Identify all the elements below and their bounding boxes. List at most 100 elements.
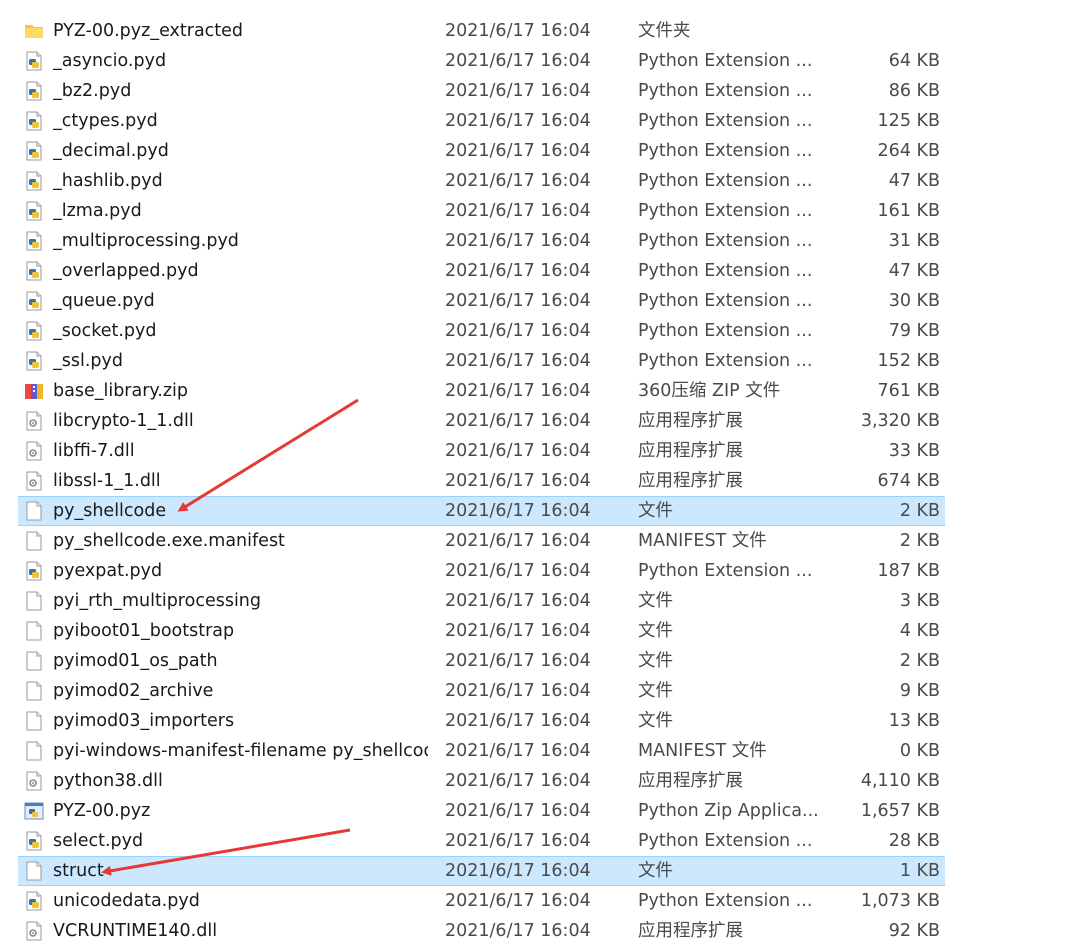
dll-file-icon (24, 471, 44, 491)
file-row-libssl-1-1-dll[interactable]: libssl-1_1.dll 2021/6/17 16:04 应用程序扩展 674 K… (0, 466, 1080, 496)
dll-file-icon (24, 441, 44, 461)
file-date-modified: 2021/6/17 16:04 (445, 771, 591, 791)
file-size: 152 KB (877, 351, 940, 371)
file-type: 文件夹 (638, 21, 691, 41)
file-type: Python Extension ... (638, 291, 813, 311)
file-row-pyimod01-os-path[interactable]: pyimod01_os_path 2021/6/17 16:04 文件 2 KB (0, 646, 1080, 676)
file-size: 2 KB (899, 651, 940, 671)
blank-file-icon (24, 531, 44, 551)
file-size: 9 KB (899, 681, 940, 701)
file-name: _overlapped.pyd (53, 261, 199, 281)
file-name: py_shellcode (53, 501, 167, 521)
file-row-ssl-pyd[interactable]: _ssl.pyd 2021/6/17 16:04 Python Extension … (0, 346, 1080, 376)
file-row-struct[interactable]: struct 2021/6/17 16:04 文件 1 KB (0, 856, 1080, 886)
file-name: pyi-windows-manifest-filename py_shellco… (53, 741, 428, 761)
file-row-queue-pyd[interactable]: _queue.pyd 2021/6/17 16:04 Python Extensio… (0, 286, 1080, 316)
python-file-icon (24, 51, 44, 71)
file-row-pyi-rth-multiprocessing[interactable]: pyi_rth_multiprocessing 2021/6/17 16:04 文件… (0, 586, 1080, 616)
file-row-decimal-pyd[interactable]: _decimal.pyd 2021/6/17 16:04 Python Extens… (0, 136, 1080, 166)
python-file-icon (24, 231, 44, 251)
file-row-ctypes-pyd[interactable]: _ctypes.pyd 2021/6/17 16:04 Python Extensi… (0, 106, 1080, 136)
file-row-asyncio-pyd[interactable]: _asyncio.pyd 2021/6/17 16:04 Python Extens… (0, 46, 1080, 76)
file-row-py-shellcode[interactable]: py_shellcode 2021/6/17 16:04 文件 2 KB (0, 496, 1080, 526)
blank-file-icon (24, 621, 44, 641)
file-name: unicodedata.pyd (53, 891, 200, 911)
file-list: PYZ-00.pyz_extracted 2021/6/17 16:04 文件夹 _a… (0, 16, 1080, 946)
file-row-libcrypto-1-1-dll[interactable]: libcrypto-1_1.dll 2021/6/17 16:04 应用程序扩展 3,… (0, 406, 1080, 436)
file-row-base-library-zip[interactable]: base_library.zip 2021/6/17 16:04 360压缩 ZIP… (0, 376, 1080, 406)
file-row-python38-dll[interactable]: python38.dll 2021/6/17 16:04 应用程序扩展 4,110 K… (0, 766, 1080, 796)
file-row-pyz-00-pyz[interactable]: PYZ-00.pyz 2021/6/17 16:04 Python Zip Appl… (0, 796, 1080, 826)
file-row-pyz-00-pyz-extracted[interactable]: PYZ-00.pyz_extracted 2021/6/17 16:04 文件夹 (0, 16, 1080, 46)
file-date-modified: 2021/6/17 16:04 (445, 621, 591, 641)
file-type: 文件 (638, 861, 673, 881)
file-row-pyimod03-importers[interactable]: pyimod03_importers 2021/6/17 16:04 文件 13 KB (0, 706, 1080, 736)
file-type: Python Extension ... (638, 321, 813, 341)
file-size: 3,320 KB (860, 411, 940, 431)
file-date-modified: 2021/6/17 16:04 (445, 711, 591, 731)
file-row-vcruntime140-dll[interactable]: VCRUNTIME140.dll 2021/6/17 16:04 应用程序扩展 92 … (0, 916, 1080, 946)
file-name: _lzma.pyd (53, 201, 142, 221)
file-row-hashlib-pyd[interactable]: _hashlib.pyd 2021/6/17 16:04 Python Extens… (0, 166, 1080, 196)
python-file-icon (24, 831, 44, 851)
file-date-modified: 2021/6/17 16:04 (445, 141, 591, 161)
python-file-icon (24, 141, 44, 161)
file-name: python38.dll (53, 771, 163, 791)
python-file-icon (24, 171, 44, 191)
file-name: base_library.zip (53, 381, 188, 401)
file-row-multiprocessing-pyd[interactable]: _multiprocessing.pyd 2021/6/17 16:04 Pytho… (0, 226, 1080, 256)
file-row-socket-pyd[interactable]: _socket.pyd 2021/6/17 16:04 Python Extensi… (0, 316, 1080, 346)
file-row-bz2-pyd[interactable]: _bz2.pyd 2021/6/17 16:04 Python Extension … (0, 76, 1080, 106)
file-name: pyexpat.pyd (53, 561, 163, 581)
file-date-modified: 2021/6/17 16:04 (445, 471, 591, 491)
file-row-unicodedata-pyd[interactable]: unicodedata.pyd 2021/6/17 16:04 Python Ext… (0, 886, 1080, 916)
blank-file-icon (24, 651, 44, 671)
file-type: 文件 (638, 651, 673, 671)
file-row-pyi-windows-manifest-filename-py-shellcod[interactable]: pyi-windows-manifest-filename py_shellco… (0, 736, 1080, 766)
file-type: Python Extension ... (638, 831, 813, 851)
file-row-lzma-pyd[interactable]: _lzma.pyd 2021/6/17 16:04 Python Extension… (0, 196, 1080, 226)
file-type: 应用程序扩展 (638, 441, 743, 461)
file-type: Python Extension ... (638, 561, 813, 581)
file-date-modified: 2021/6/17 16:04 (445, 81, 591, 101)
file-name: _asyncio.pyd (53, 51, 167, 71)
python-file-icon (24, 891, 44, 911)
file-name: libcrypto-1_1.dll (53, 411, 194, 431)
python-file-icon (24, 261, 44, 281)
file-type: Python Extension ... (638, 51, 813, 71)
file-date-modified: 2021/6/17 16:04 (445, 501, 591, 521)
file-row-libffi-7-dll[interactable]: libffi-7.dll 2021/6/17 16:04 应用程序扩展 33 KB (0, 436, 1080, 466)
file-type: 应用程序扩展 (638, 921, 743, 941)
file-size: 4,110 KB (860, 771, 940, 791)
file-date-modified: 2021/6/17 16:04 (445, 381, 591, 401)
file-date-modified: 2021/6/17 16:04 (445, 801, 591, 821)
python-file-icon (24, 321, 44, 341)
file-size: 2 KB (899, 501, 940, 521)
file-size: 4 KB (899, 621, 940, 641)
file-type: Python Extension ... (638, 231, 813, 251)
file-row-select-pyd[interactable]: select.pyd 2021/6/17 16:04 Python Extensio… (0, 826, 1080, 856)
file-name: py_shellcode.exe.manifest (53, 531, 285, 551)
file-row-overlapped-pyd[interactable]: _overlapped.pyd 2021/6/17 16:04 Python Ext… (0, 256, 1080, 286)
file-size: 761 KB (877, 381, 940, 401)
file-row-pyexpat-pyd[interactable]: pyexpat.pyd 2021/6/17 16:04 Python Extensi… (0, 556, 1080, 586)
file-row-py-shellcode-exe-manifest[interactable]: py_shellcode.exe.manifest 2021/6/17 16:04… (0, 526, 1080, 556)
blank-file-icon (24, 741, 44, 761)
file-size: 1,073 KB (860, 891, 940, 911)
python-file-icon (24, 561, 44, 581)
file-type: 文件 (638, 711, 673, 731)
file-size (820, 16, 940, 46)
file-row-pyimod02-archive[interactable]: pyimod02_archive 2021/6/17 16:04 文件 9 KB (0, 676, 1080, 706)
file-name: _multiprocessing.pyd (53, 231, 239, 251)
file-date-modified: 2021/6/17 16:04 (445, 591, 591, 611)
file-name: PYZ-00.pyz (53, 801, 151, 821)
file-type: 应用程序扩展 (638, 771, 743, 791)
file-date-modified: 2021/6/17 16:04 (445, 861, 591, 881)
file-row-pyiboot01-bootstrap[interactable]: pyiboot01_bootstrap 2021/6/17 16:04 文件 4 KB (0, 616, 1080, 646)
file-size: 79 KB (888, 321, 940, 341)
file-type: Python Extension ... (638, 81, 813, 101)
file-type: 文件 (638, 681, 673, 701)
dll-file-icon (24, 411, 44, 431)
file-name: _hashlib.pyd (53, 171, 163, 191)
file-size: 47 KB (888, 171, 940, 191)
